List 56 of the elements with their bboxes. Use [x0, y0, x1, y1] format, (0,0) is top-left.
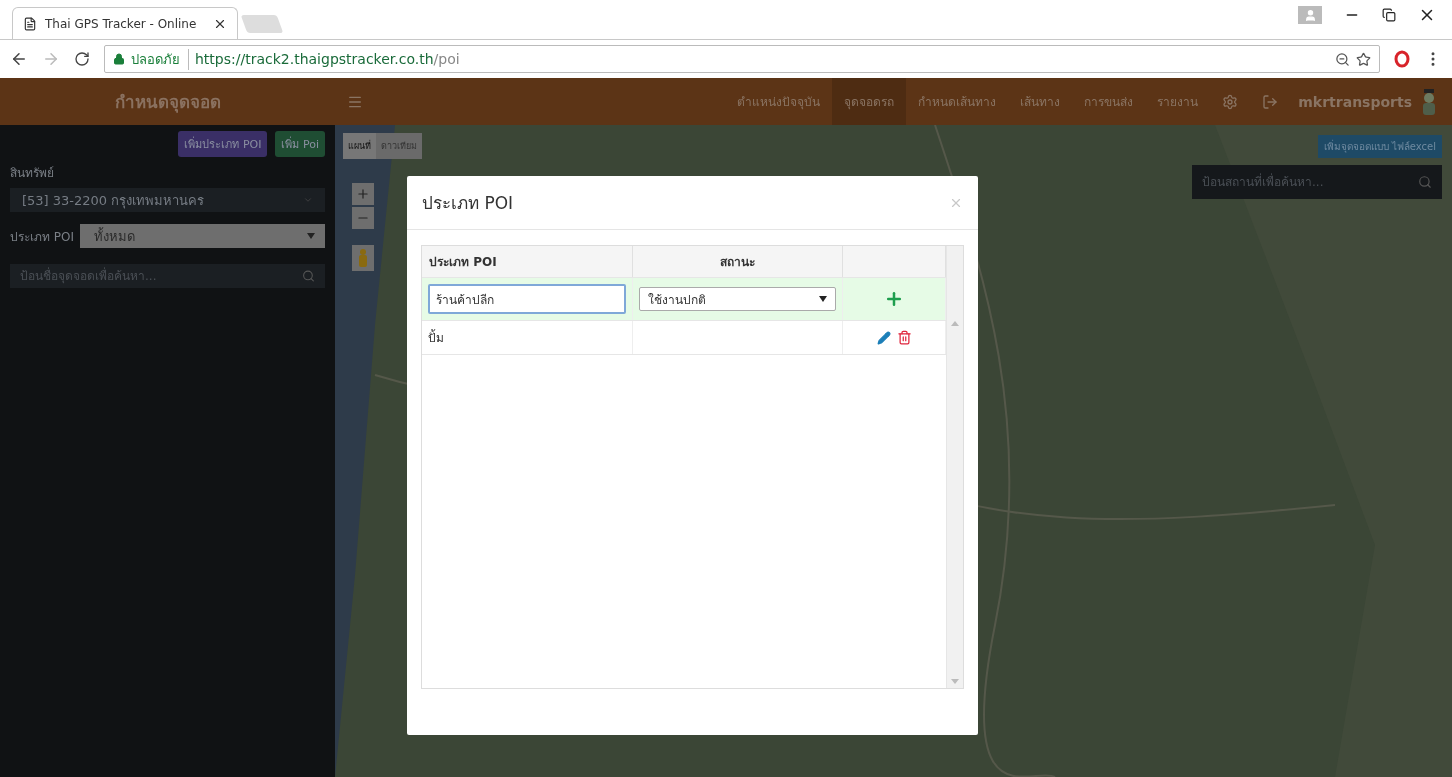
asset-label: สินทรัพย์ — [10, 165, 55, 182]
url-text: https://track2.thaigpstracker.co.th/poi — [195, 51, 460, 67]
settings-icon[interactable] — [1222, 93, 1239, 110]
page-icon — [23, 16, 37, 31]
profile-icon[interactable] — [1298, 6, 1322, 24]
poi-type-name-input[interactable]: ร้านค้าปลีก — [428, 284, 626, 314]
edit-button[interactable] — [876, 330, 891, 345]
forward-icon[interactable] — [42, 50, 60, 68]
nav-item[interactable]: รายงาน — [1145, 78, 1211, 125]
dialog-title: ประเภท POI — [422, 192, 514, 215]
back-icon[interactable] — [10, 50, 28, 68]
nav-item[interactable]: เส้นทาง — [1008, 78, 1073, 125]
caret-icon — [307, 233, 315, 239]
caret-icon — [819, 296, 827, 302]
add-button[interactable]: เพิ่มประเภท POI — [178, 131, 268, 157]
poi-type-select[interactable]: ทั้งหมด — [80, 224, 325, 248]
status-select[interactable]: ใช้งานปกติ — [639, 287, 836, 311]
zoom-out-button[interactable] — [352, 207, 374, 229]
lock-icon — [113, 53, 125, 65]
asset-select[interactable]: [53] 33-2200 กรุงเทพมหานคร — [10, 188, 325, 212]
chevron-down-icon — [303, 195, 313, 205]
search-icon[interactable] — [302, 269, 315, 283]
address-bar[interactable]: ปลอดภัย https://track2.thaigpstracker.co.th/poi — [104, 45, 1380, 73]
place-search-field[interactable]: ป้อนสถานที่เพื่อค้นหา... — [1192, 165, 1442, 199]
scroll-down-icon[interactable] — [951, 679, 959, 684]
security-label: ปลอดภัย — [131, 48, 189, 70]
plus-icon — [356, 187, 370, 201]
user-name[interactable]: mkrtransports — [1290, 93, 1422, 110]
nav-item[interactable]: ตำแหน่งปัจจุบัน — [725, 78, 833, 125]
column-header: สถานะ — [633, 246, 843, 277]
restore-icon[interactable] — [1382, 8, 1396, 22]
add-button[interactable] — [884, 289, 904, 309]
scrollbar[interactable] — [946, 246, 963, 688]
scroll-up-icon[interactable] — [951, 321, 959, 326]
nav-item[interactable]: จุดจอดรถ — [832, 78, 907, 125]
add-button[interactable]: เพิ่ม Poi — [275, 131, 325, 157]
nav-item[interactable]: กำหนดเส้นทาง — [906, 78, 1009, 125]
zoom-icon[interactable] — [1335, 51, 1350, 67]
logout-icon[interactable] — [1262, 93, 1279, 110]
delete-button[interactable] — [896, 330, 912, 345]
browser-tab[interactable]: Thai GPS Tracker - Online — [12, 7, 238, 39]
nav-item[interactable]: การขนส่ง — [1072, 78, 1146, 125]
ring-icon[interactable] — [1394, 50, 1410, 68]
reload-icon[interactable] — [74, 51, 90, 67]
poi-type-label: ประเภท POI — [10, 228, 75, 246]
zoom-in-button[interactable] — [352, 183, 374, 205]
column-header: ประเภท POI — [422, 246, 633, 277]
table-cell: ปั้ม — [422, 321, 633, 354]
user-avatar-icon — [1422, 88, 1436, 115]
search-icon[interactable] — [1418, 175, 1432, 189]
star-icon[interactable] — [1356, 51, 1371, 67]
map-type-tab[interactable]: แผนที่ — [343, 133, 376, 159]
page-title: กำหนดจุดจอด — [113, 91, 222, 115]
import-excel-button[interactable]: เพิ่มจุดจอดแบบ ไฟล์excel — [1317, 135, 1442, 158]
new-tab-button[interactable] — [240, 15, 284, 33]
tab-title: Thai GPS Tracker - Online — [45, 16, 198, 31]
